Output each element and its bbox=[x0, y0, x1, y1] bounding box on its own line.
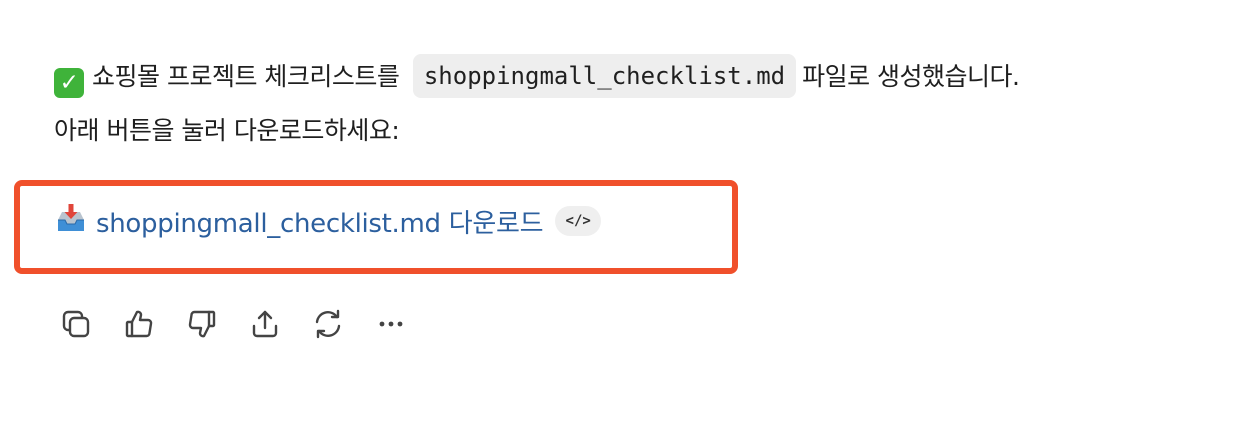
inline-code-filename: shoppingmall_checklist.md bbox=[412, 54, 797, 98]
thumbs-down-icon bbox=[185, 307, 219, 345]
message-text-suffix: 파일로 생성했습니다. bbox=[802, 62, 1020, 91]
download-file-link[interactable]: shoppingmall_checklist.md 다운로드 bbox=[96, 203, 544, 240]
more-icon bbox=[374, 307, 408, 345]
regenerate-button[interactable] bbox=[308, 306, 348, 346]
share-button[interactable] bbox=[245, 306, 285, 346]
thumbs-down-button[interactable] bbox=[182, 306, 222, 346]
more-options-button[interactable] bbox=[371, 306, 411, 346]
message-line-1: ✓ 쇼핑몰 프로젝트 체크리스트를 shoppingmall_checklist.… bbox=[54, 52, 1020, 102]
message-line-2: 아래 버튼을 눌러 다운로드하세요: bbox=[54, 116, 400, 145]
thumbs-up-button[interactable] bbox=[119, 306, 159, 346]
message-actions bbox=[56, 306, 434, 346]
message-text-prefix: 쇼핑몰 프로젝트 체크리스트를 bbox=[92, 62, 400, 91]
regenerate-icon bbox=[311, 307, 345, 345]
inbox-tray-icon bbox=[54, 202, 96, 240]
view-code-chip[interactable]: </> bbox=[555, 206, 602, 236]
download-row: shoppingmall_checklist.md 다운로드 </> bbox=[54, 200, 602, 242]
share-icon bbox=[248, 307, 282, 345]
check-mark-icon: ✓ bbox=[54, 68, 84, 98]
copy-button[interactable] bbox=[56, 306, 96, 346]
copy-icon bbox=[59, 307, 93, 345]
thumbs-up-icon bbox=[122, 307, 156, 345]
